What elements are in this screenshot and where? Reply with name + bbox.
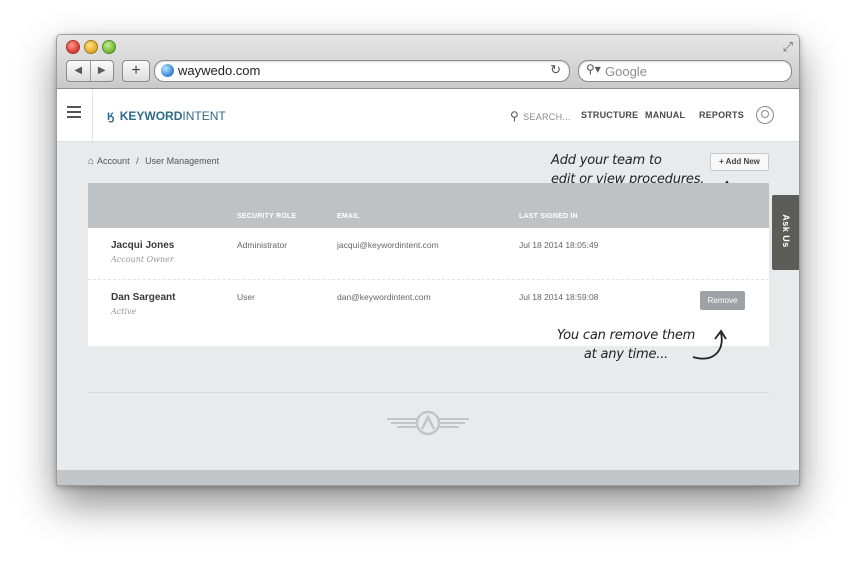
- page-footer-bar: [57, 470, 799, 485]
- close-window-button[interactable]: [66, 40, 80, 54]
- user-name[interactable]: Jacqui Jones: [111, 240, 174, 251]
- user-last-signed: Jul 18 2014 18:05:49: [519, 240, 599, 250]
- user-status: Account Owner: [111, 255, 174, 264]
- user-email: dan@keywordintent.com: [337, 292, 431, 302]
- search-icon: ⚲▾: [586, 62, 601, 76]
- user-role: User: [237, 292, 255, 302]
- user-status: Active: [111, 307, 137, 316]
- logo-bold-text: KEYWORD: [119, 109, 183, 123]
- user-last-signed: Jul 18 2014 18:59:08: [519, 292, 599, 302]
- table-header: SECURITY ROLE EMAIL LAST SIGNED IN: [88, 183, 769, 228]
- logo-light-text: INTENT: [182, 109, 226, 123]
- user-role: Administrator: [237, 240, 288, 250]
- table-row: Jacqui Jones Account Owner Administrator…: [88, 228, 769, 278]
- curved-arrow-icon: [692, 329, 727, 360]
- table-row: Dan Sargeant Active User dan@keywordinte…: [88, 279, 769, 330]
- logo[interactable]: Ӄ KEYWORDINTENT: [107, 109, 226, 123]
- annotation-remove: You can remove them at any time...: [551, 326, 701, 364]
- nav-reports[interactable]: REPORTS: [699, 110, 744, 120]
- breadcrumb-account[interactable]: Account: [97, 156, 130, 166]
- globe-icon: [161, 64, 174, 77]
- menu-icon[interactable]: [67, 106, 81, 121]
- breadcrumb: ⌂ Account / User Management: [88, 156, 219, 167]
- browser-search-placeholder: Google: [605, 64, 647, 79]
- forward-icon[interactable]: ▶: [91, 61, 114, 81]
- search-icon: ⚲: [510, 109, 520, 123]
- footer-divider: [88, 392, 769, 393]
- app-search-placeholder: SEARCH...: [523, 112, 571, 122]
- history-buttons: ◀ ▶: [66, 60, 114, 82]
- logo-mark-icon: Ӄ: [107, 111, 115, 123]
- browser-window: ⤢ ◀ ▶ + waywedo.com ↻ ⚲▾ Google Ӄ KEYWORD…: [56, 34, 800, 486]
- user-avatar-icon[interactable]: [756, 106, 774, 124]
- browser-toolbar: ⤢ ◀ ▶ + waywedo.com ↻ ⚲▾ Google: [57, 35, 799, 89]
- user-table: SECURITY ROLE EMAIL LAST SIGNED IN Jacqu…: [88, 183, 769, 346]
- annotation-add-line1: Add your team to: [551, 153, 662, 168]
- home-icon: ⌂: [88, 156, 95, 167]
- zoom-window-button[interactable]: [102, 40, 116, 54]
- header-last-signed: LAST SIGNED IN: [519, 213, 578, 220]
- nav-structure[interactable]: STRUCTURE: [581, 110, 638, 120]
- fullscreen-icon[interactable]: ⤢: [783, 39, 793, 55]
- reload-icon[interactable]: ↻: [550, 62, 561, 78]
- back-icon[interactable]: ◀: [67, 61, 91, 81]
- annotation-remove-line1: You can remove them: [556, 328, 696, 343]
- breadcrumb-separator: /: [136, 156, 139, 166]
- address-bar[interactable]: waywedo.com ↻: [154, 60, 570, 82]
- add-new-button[interactable]: + Add New: [710, 153, 769, 171]
- header-divider: [92, 89, 93, 141]
- header-email: EMAIL: [337, 213, 360, 220]
- user-email: jacqui@keywordintent.com: [337, 240, 439, 250]
- new-tab-button[interactable]: +: [122, 60, 150, 82]
- app-search[interactable]: ⚲ SEARCH...: [510, 109, 571, 123]
- ask-us-tab[interactable]: Ask Us: [772, 195, 799, 270]
- winged-logo-icon: [387, 410, 469, 436]
- breadcrumb-current: User Management: [145, 156, 220, 166]
- url-text: waywedo.com: [178, 63, 261, 78]
- user-name[interactable]: Dan Sargeant: [111, 292, 175, 303]
- ask-us-label: Ask Us: [781, 214, 791, 248]
- browser-search-field[interactable]: ⚲▾ Google: [578, 60, 792, 82]
- app-header: Ӄ KEYWORDINTENT ⚲ SEARCH... STRUCTURE MANU…: [57, 89, 799, 142]
- minimize-window-button[interactable]: [84, 40, 98, 54]
- annotation-remove-line2: at any time...: [583, 347, 669, 362]
- remove-user-button[interactable]: Remove: [700, 291, 745, 310]
- header-security-role: SECURITY ROLE: [237, 213, 297, 220]
- nav-manual[interactable]: MANUAL: [645, 110, 685, 120]
